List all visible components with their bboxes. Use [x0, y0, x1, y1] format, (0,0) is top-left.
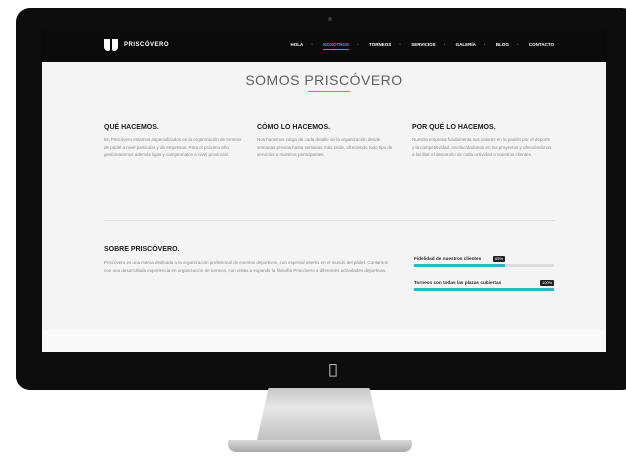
column-text: En Priscóvero estamos especializados en … [104, 137, 242, 157]
section-divider [104, 220, 555, 221]
skills-section: Fidelidad de nuestros clientes 65% Torne… [414, 256, 555, 304]
menu-item-blog[interactable]: BLOG [484, 42, 519, 47]
column-heading: POR QUÉ LO HACEMOS. [412, 124, 496, 131]
skill-fill [414, 288, 554, 291]
skill-bar: Fidelidad de nuestros clientes 65% [414, 256, 554, 267]
about-text: Priscóvero es una marca dedicada a la or… [104, 260, 388, 273]
apple-logo-icon:  [327, 363, 339, 377]
menu-item-servicios[interactable]: SERVICIOS [399, 42, 445, 47]
title-underline [308, 91, 350, 92]
menu-item-contacto[interactable]: CONTACTO [517, 42, 564, 47]
skill-badge: 100% [540, 280, 555, 286]
page-title: SOMOS PRISCÓVERO [245, 72, 403, 88]
screen: PRISCÓVERO HOLA NOSOTROS TORNEOS SERVICI… [42, 30, 606, 352]
menu-item-nosotros[interactable]: NOSOTROS [311, 42, 359, 50]
monitor-base [228, 440, 412, 452]
navbar: PRISCÓVERO HOLA NOSOTROS TORNEOS SERVICI… [42, 30, 606, 62]
camera-icon [328, 17, 332, 21]
skill-track [414, 264, 554, 267]
about-heading: SOBRE PRISCÓVERO. [104, 246, 180, 253]
skill-bar: Torneos con todas las plazas cubiertas 1… [414, 280, 555, 291]
menu-item-hola[interactable]: HOLA [281, 42, 314, 47]
skill-fill [414, 264, 505, 267]
column-heading: QUÉ HACEMOS. [104, 124, 159, 131]
menu-item-galeria[interactable]: GALERÍA [444, 42, 486, 47]
column-que-hacemos: QUÉ HACEMOS. En Priscóvero estamos espec… [104, 124, 244, 159]
column-text: Nuestra empresa fundamenta sus valores e… [412, 137, 552, 157]
monitor-stand [256, 388, 382, 444]
monitor-chin [16, 352, 626, 390]
main-menu: HOLA NOSOTROS TORNEOS SERVICIOS GALERÍA … [281, 42, 564, 50]
about-section: SOBRE PRISCÓVERO. Priscóvero es una marc… [104, 246, 389, 274]
column-text: Nos hacemos cargo de cada detalle de la … [257, 137, 393, 157]
logo-text: PRISCÓVERO [124, 42, 170, 48]
skill-label: Torneos con todas las plazas cubiertas [414, 280, 502, 285]
column-como-lo-hacemos: CÓMO LO HACEMOS. Nos hacemos cargo de ca… [257, 124, 397, 159]
footer-strip [42, 330, 606, 352]
site-logo[interactable]: PRISCÓVERO [104, 39, 169, 51]
menu-item-torneos[interactable]: TORNEOS [357, 42, 401, 47]
column-por-que-lo-hacemos: POR QUÉ LO HACEMOS. Nuestra empresa fund… [412, 124, 552, 159]
skill-label: Fidelidad de nuestros clientes [414, 256, 482, 261]
priscovero-logo-icon [104, 39, 118, 51]
skill-track [414, 288, 554, 291]
column-heading: CÓMO LO HACEMOS. [257, 124, 331, 131]
skill-badge: 65% [493, 256, 506, 262]
